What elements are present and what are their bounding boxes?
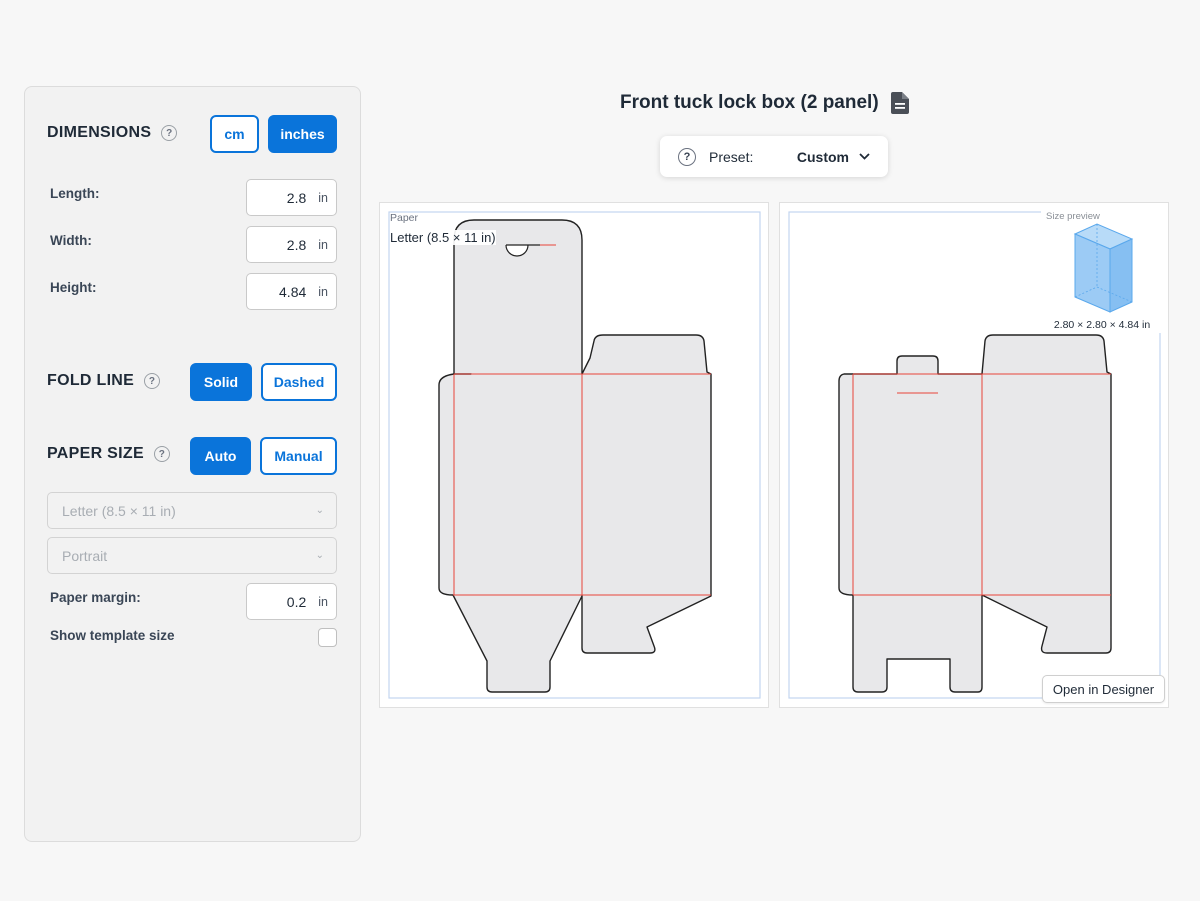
paper-margin-input[interactable]: 0.2 in xyxy=(246,583,337,620)
width-unit: in xyxy=(318,237,328,252)
preset-help-icon[interactable]: ? xyxy=(678,147,696,166)
fold-line-help-icon[interactable]: ? xyxy=(144,373,161,389)
fold-line-section-title: FOLD LINE ? xyxy=(47,372,161,390)
length-value: 2.8 xyxy=(286,189,307,206)
paper-size-readout: Letter (8.5 × 11 in) xyxy=(390,230,496,245)
cut-outline-front xyxy=(438,219,712,693)
length-label: Length: xyxy=(50,186,100,201)
paper-tag: Paper xyxy=(390,212,419,224)
paper-size-title: PAPER SIZE xyxy=(47,445,144,462)
page-title: Front tuck lock box (2 panel) xyxy=(620,92,879,113)
dimensions-help-icon[interactable]: ? xyxy=(161,125,178,141)
height-unit: in xyxy=(318,284,328,299)
show-template-size-label: Show template size xyxy=(50,628,175,643)
dimensions-section-title: DIMENSIONS ? xyxy=(47,124,178,142)
height-value: 4.84 xyxy=(279,283,307,300)
length-input[interactable]: 2.8 in xyxy=(246,179,337,216)
dieline-front xyxy=(388,211,761,699)
height-label: Height: xyxy=(50,280,97,295)
template-panel-back: Size preview 2.80 × 2.80 × 4.84 in Open … xyxy=(779,202,1169,708)
width-input[interactable]: 2.8 in xyxy=(246,226,337,263)
box-3d-preview xyxy=(1073,223,1134,313)
height-input[interactable]: 4.84 in xyxy=(246,273,337,310)
orientation-select[interactable]: Portrait ⌄ xyxy=(47,537,337,574)
open-in-designer-button[interactable]: Open in Designer xyxy=(1042,675,1165,703)
chevron-down-icon: ⌄ xyxy=(315,505,324,516)
size-preview: Size preview 2.80 × 2.80 × 4.84 in xyxy=(1041,211,1163,333)
length-unit: in xyxy=(318,190,328,205)
page-title-row: Front tuck lock box (2 panel) xyxy=(620,92,909,114)
paper-size-section-title: PAPER SIZE ? xyxy=(47,445,170,463)
orientation-select-value: Portrait xyxy=(62,547,108,564)
width-label: Width: xyxy=(50,233,92,248)
paper-select-value: Letter (8.5 × 11 in) xyxy=(62,502,176,519)
document-icon[interactable] xyxy=(890,92,909,114)
paper-margin-label: Paper margin: xyxy=(50,590,141,605)
preset-value: Custom xyxy=(796,148,849,165)
dimensions-title: DIMENSIONS xyxy=(47,124,152,141)
cut-outline-back xyxy=(838,334,1112,693)
paper-auto-button[interactable]: Auto xyxy=(190,437,251,475)
width-value: 2.8 xyxy=(286,236,307,253)
preset-dropdown[interactable]: ? Preset: Custom xyxy=(660,136,888,177)
paper-manual-button[interactable]: Manual xyxy=(260,437,337,475)
show-template-size-checkbox[interactable] xyxy=(318,628,337,647)
unit-inches-button[interactable]: inches xyxy=(268,115,337,153)
settings-sidebar: DIMENSIONS ? cm inches Length: 2.8 in Wi… xyxy=(24,86,361,842)
template-panel-front: Paper Letter (8.5 × 11 in) xyxy=(379,202,769,708)
preset-label: Preset: xyxy=(709,148,754,165)
paper-select[interactable]: Letter (8.5 × 11 in) ⌄ xyxy=(47,492,337,529)
size-preview-dimensions: 2.80 × 2.80 × 4.84 in xyxy=(1053,319,1151,331)
chevron-down-icon: ⌄ xyxy=(315,550,324,561)
paper-size-help-icon[interactable]: ? xyxy=(153,446,170,462)
paper-margin-unit: in xyxy=(318,594,328,609)
chevron-down-icon xyxy=(859,153,870,160)
paper-margin-value: 0.2 xyxy=(286,593,307,610)
fold-solid-button[interactable]: Solid xyxy=(190,363,252,401)
unit-cm-button[interactable]: cm xyxy=(210,115,259,153)
fold-line-title: FOLD LINE xyxy=(47,372,135,389)
fold-dashed-button[interactable]: Dashed xyxy=(261,363,337,401)
